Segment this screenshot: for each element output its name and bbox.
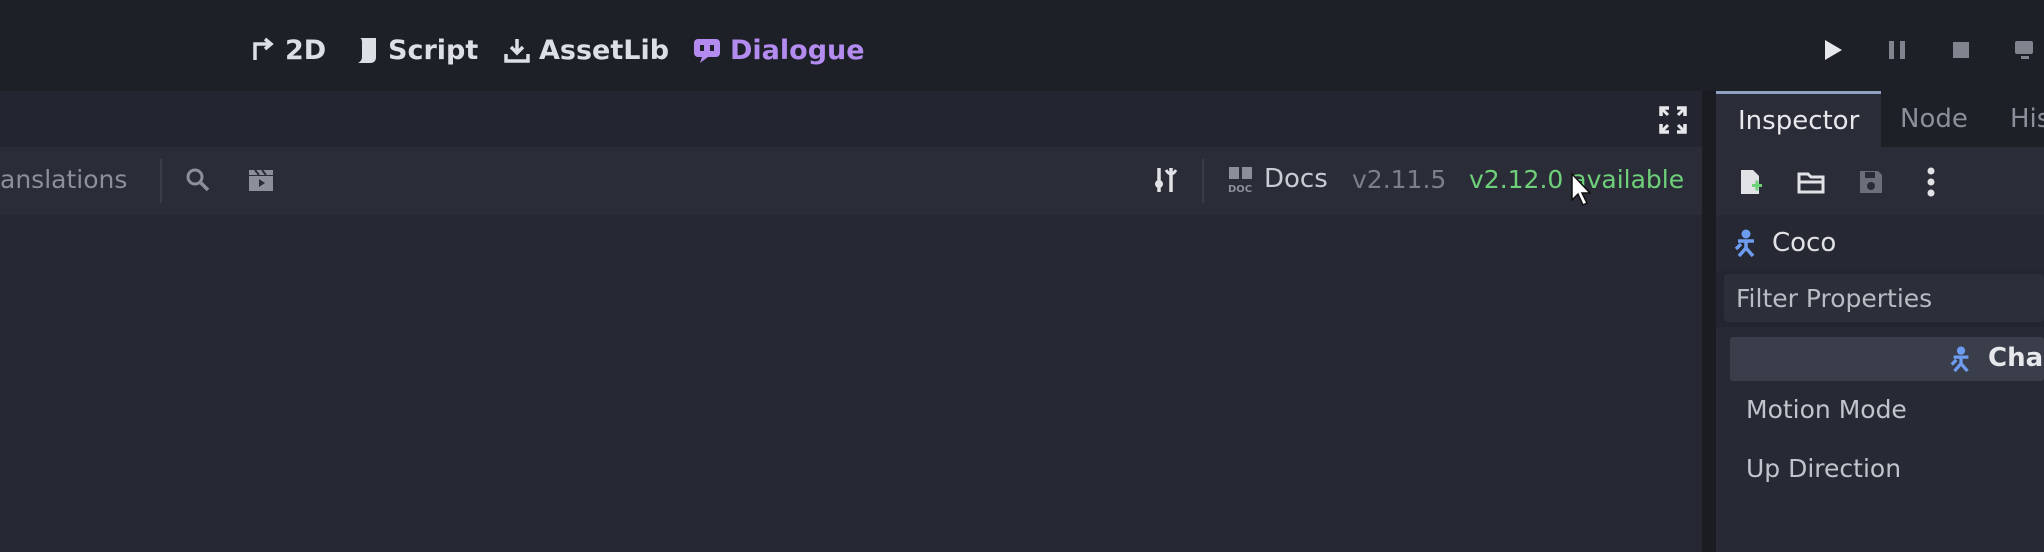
mouse-cursor-icon <box>1571 172 1592 207</box>
svg-text:DOC: DOC <box>1228 184 1252 194</box>
fullscreen-icon <box>1659 106 1687 134</box>
distraction-free-button[interactable] <box>1658 105 1688 135</box>
workspace-2d-label: 2D <box>285 34 327 66</box>
kebab-menu-icon <box>1927 167 1935 197</box>
stop-icon <box>1953 42 1969 58</box>
tools-icon <box>1155 168 1178 192</box>
inspector-toolbar <box>1716 147 2044 215</box>
docs-icon: DOC <box>1228 167 1252 194</box>
pause-button[interactable] <box>1884 37 1910 63</box>
tab-inspector[interactable]: Inspector <box>1716 91 1882 147</box>
more-options-button[interactable] <box>1916 167 1946 197</box>
tab-history[interactable]: His <box>2010 91 2044 147</box>
workspace-script-button[interactable]: Script <box>354 30 478 70</box>
workspace-dialogue-label: Dialogue <box>730 34 865 66</box>
dock-tab-bar: Inspector Node His <box>1716 91 2044 147</box>
stop-button[interactable] <box>1948 37 1974 63</box>
search-icon <box>186 168 210 192</box>
save-resource-button[interactable] <box>1856 167 1886 197</box>
inspected-object-selector[interactable]: Coco <box>1716 215 2044 271</box>
workspace-assetlib-button[interactable]: AssetLib <box>503 30 669 70</box>
class-section-header[interactable]: Chara <box>1730 337 2044 381</box>
property-list: Chara Motion Mode Up Direction <box>1716 327 2044 552</box>
dialogue-editor-body <box>0 215 1702 552</box>
editor-header <box>0 91 1702 147</box>
character-body-icon <box>1950 346 1969 373</box>
workspace-script-label: Script <box>388 34 479 66</box>
toolbar-separator <box>1202 159 1204 203</box>
class-section-title: Chara <box>1988 343 2044 373</box>
clapperboard-icon <box>249 169 273 191</box>
toolbar-separator <box>160 159 162 203</box>
inspector-dock: Inspector Node His Coco Filter Propertie… <box>1716 91 2044 552</box>
save-icon <box>1860 171 1882 193</box>
script-icon <box>358 38 376 63</box>
inspected-object-name: Coco <box>1772 228 1837 258</box>
folder-icon <box>1797 172 1825 194</box>
workspace-assetlib-label: AssetLib <box>539 34 670 66</box>
tab-node[interactable]: Node <box>1900 91 1968 147</box>
assetlib-icon <box>504 39 530 63</box>
remote-debug-button[interactable] <box>2012 37 2038 63</box>
workspace-2d-button[interactable]: 2D <box>249 30 326 70</box>
settings-button[interactable] <box>1150 165 1180 195</box>
docs-button[interactable]: DOC Docs <box>1226 161 1328 197</box>
property-motion-mode[interactable]: Motion Mode <box>1746 395 1907 424</box>
dialogue-icon <box>694 39 720 63</box>
workspace-dialogue-button[interactable]: Dialogue <box>692 30 865 70</box>
dialogue-editor-panel: anslations DOC Docs v2.11.5 v2.12.0 avai… <box>0 91 1702 552</box>
new-resource-icon <box>1741 170 1762 194</box>
search-button[interactable] <box>183 165 213 195</box>
dock-splitter[interactable] <box>1702 91 1716 552</box>
pause-icon <box>1889 41 1905 59</box>
translations-button[interactable]: anslations <box>0 165 127 194</box>
editor-top-bar: 2D Script AssetLib Dialogue <box>0 0 2044 91</box>
filter-properties-field[interactable] <box>1724 274 2044 322</box>
docs-label: Docs <box>1264 164 1328 194</box>
2d-icon <box>253 37 274 60</box>
character-body-icon <box>1734 229 1755 258</box>
new-resource-button[interactable] <box>1736 167 1766 197</box>
test-scene-button[interactable] <box>246 165 276 195</box>
current-version-label: v2.11.5 <box>1352 165 1447 194</box>
play-icon <box>1825 40 1842 60</box>
property-up-direction[interactable]: Up Direction <box>1746 454 1901 483</box>
filter-properties-input[interactable] <box>1724 283 2044 313</box>
play-button[interactable] <box>1820 37 1846 63</box>
dialogue-toolbar: anslations DOC Docs v2.11.5 v2.12.0 avai… <box>0 147 1702 215</box>
remote-debug-icon <box>2015 41 2033 59</box>
run-controls <box>1820 30 2038 70</box>
open-resource-button[interactable] <box>1796 167 1826 197</box>
